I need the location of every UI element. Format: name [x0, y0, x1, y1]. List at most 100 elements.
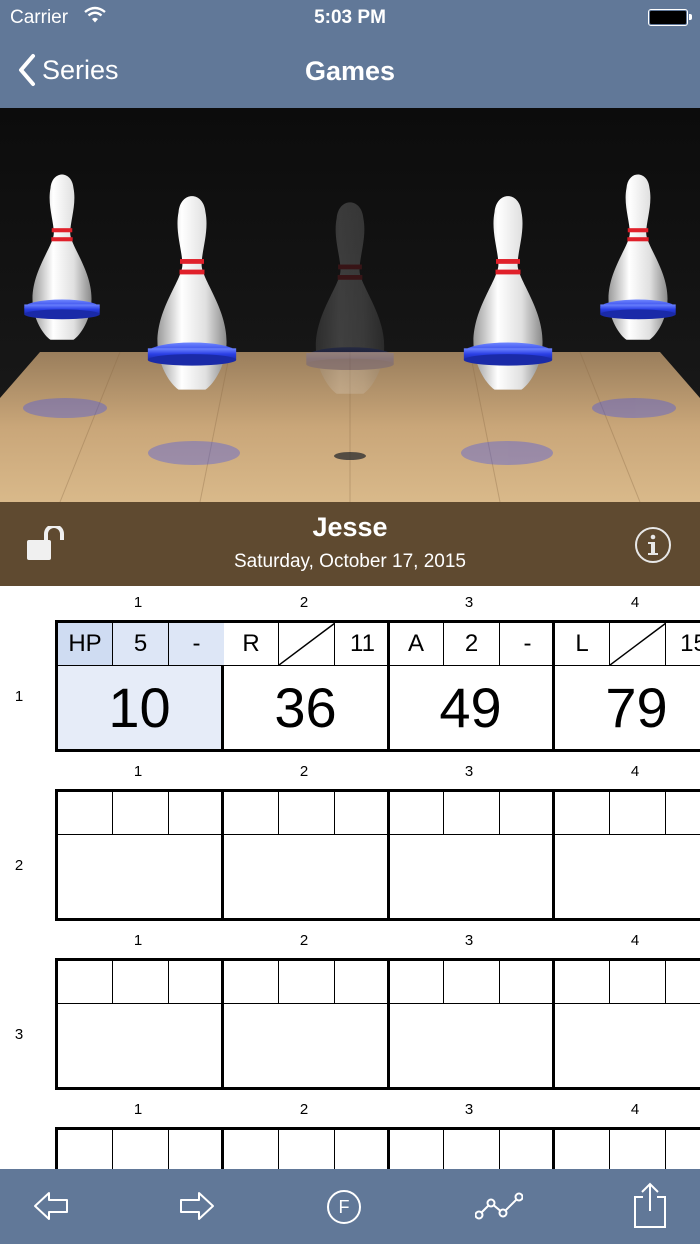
roll-cell[interactable]: R: [224, 623, 279, 665]
roll-cell[interactable]: [169, 961, 224, 1003]
frame-total: 10: [108, 676, 171, 739]
next-arrow-icon[interactable]: [178, 1189, 216, 1228]
frame-1[interactable]: [58, 792, 224, 918]
roll-cell[interactable]: [555, 792, 610, 834]
frame-4[interactable]: [555, 961, 700, 1087]
roll-cell[interactable]: [444, 1130, 500, 1169]
spare-mark[interactable]: [279, 623, 335, 665]
roll-cell[interactable]: [444, 792, 500, 834]
frame-1[interactable]: [58, 961, 224, 1087]
roll-cell[interactable]: [666, 961, 700, 1003]
roll-row: [389, 792, 552, 835]
roll-cell[interactable]: HP: [58, 623, 113, 665]
roll-cell[interactable]: [58, 1130, 113, 1169]
roll-cell[interactable]: [58, 792, 113, 834]
roll-cell[interactable]: [666, 1130, 700, 1169]
frame-2[interactable]: [224, 792, 390, 918]
roll-row: L 15: [555, 623, 700, 666]
roll-cell[interactable]: [610, 1130, 666, 1169]
roll-cell[interactable]: 15: [666, 623, 700, 665]
roll-cell[interactable]: L: [555, 623, 610, 665]
roll-cell[interactable]: [389, 1130, 444, 1169]
roll-cell[interactable]: [389, 792, 444, 834]
roll-cell[interactable]: [335, 1130, 390, 1169]
frame-3[interactable]: A 2- 49: [389, 623, 555, 749]
roll-cell[interactable]: 2: [444, 623, 500, 665]
frame-total: [58, 835, 221, 918]
navigation-bar: Series Games: [0, 36, 700, 108]
roll-cell[interactable]: [389, 961, 444, 1003]
frame-1[interactable]: [58, 1130, 224, 1169]
roll-cell[interactable]: [224, 792, 279, 834]
frame-4[interactable]: [555, 792, 700, 918]
frame-number: 2: [299, 1101, 309, 1118]
frame-total: [555, 1004, 700, 1087]
roll-cell[interactable]: [335, 792, 390, 834]
roll-cell[interactable]: 11: [335, 623, 390, 665]
game-scorecard[interactable]: HP5-10R1136A2-49L1579: [55, 620, 700, 752]
roll-cell[interactable]: [279, 961, 335, 1003]
roll-cell[interactable]: -: [500, 623, 555, 665]
roll-cell[interactable]: A: [389, 623, 444, 665]
foul-label: F: [338, 1197, 350, 1217]
roll-cell[interactable]: -: [169, 623, 224, 665]
spare-mark[interactable]: [610, 623, 666, 665]
player-name: Jesse: [312, 512, 388, 542]
roll-row: [58, 792, 221, 835]
frame-1[interactable]: HP 5- 10: [58, 623, 224, 749]
score-sheet[interactable]: 12341HP5-10R1136A2-49L157912342123431234…: [0, 586, 700, 1169]
roll-cell[interactable]: [666, 792, 700, 834]
previous-arrow-icon[interactable]: [32, 1189, 70, 1228]
roll-cell[interactable]: [224, 961, 279, 1003]
share-icon[interactable]: [632, 1181, 668, 1234]
frame-total: [389, 835, 552, 918]
frame-number: 4: [630, 1101, 640, 1118]
page-title: Games: [304, 56, 396, 86]
roll-row: [555, 1130, 700, 1169]
frame-3[interactable]: [389, 792, 555, 918]
game-scorecard[interactable]: [55, 958, 700, 1090]
frame-number: 2: [299, 932, 309, 949]
roll-cell[interactable]: [58, 961, 113, 1003]
status-bar: Carrier 5:03 PM: [0, 0, 700, 36]
frame-3[interactable]: [389, 1130, 555, 1169]
roll-cell[interactable]: [113, 1130, 169, 1169]
roll-cell[interactable]: [444, 961, 500, 1003]
roll-row: HP 5-: [58, 623, 224, 666]
roll-cell[interactable]: [169, 1130, 224, 1169]
roll-cell[interactable]: [555, 1130, 610, 1169]
roll-cell[interactable]: [610, 961, 666, 1003]
frame-2[interactable]: [224, 1130, 390, 1169]
frame-4[interactable]: L 15 79: [555, 623, 700, 749]
roll-cell[interactable]: [113, 792, 169, 834]
info-icon[interactable]: [634, 526, 672, 569]
roll-cell[interactable]: [500, 961, 555, 1003]
roll-row: R 11: [224, 623, 387, 666]
roll-cell[interactable]: [555, 961, 610, 1003]
roll-cell[interactable]: [224, 1130, 279, 1169]
roll-cell[interactable]: [279, 792, 335, 834]
frame-2[interactable]: [224, 961, 390, 1087]
roll-row: [555, 792, 700, 835]
frame-number: 4: [630, 594, 640, 611]
roll-cell[interactable]: [169, 792, 224, 834]
foul-icon[interactable]: F: [326, 1189, 362, 1230]
roll-cell[interactable]: [500, 792, 555, 834]
frame-4[interactable]: [555, 1130, 700, 1169]
roll-cell[interactable]: [500, 1130, 555, 1169]
game-number: 1: [14, 688, 24, 705]
roll-cell[interactable]: [335, 961, 390, 1003]
frame-number: 1: [133, 763, 143, 780]
roll-row: [224, 1130, 387, 1169]
frame-number: 4: [630, 763, 640, 780]
frame-number: 1: [133, 594, 143, 611]
roll-cell[interactable]: [610, 792, 666, 834]
stats-graph-icon[interactable]: [474, 1191, 524, 1226]
roll-cell[interactable]: [113, 961, 169, 1003]
roll-cell[interactable]: [279, 1130, 335, 1169]
roll-cell[interactable]: 5: [113, 623, 169, 665]
game-scorecard[interactable]: [55, 1127, 700, 1169]
frame-3[interactable]: [389, 961, 555, 1087]
game-scorecard[interactable]: [55, 789, 700, 921]
frame-2[interactable]: R 11 36: [224, 623, 390, 749]
